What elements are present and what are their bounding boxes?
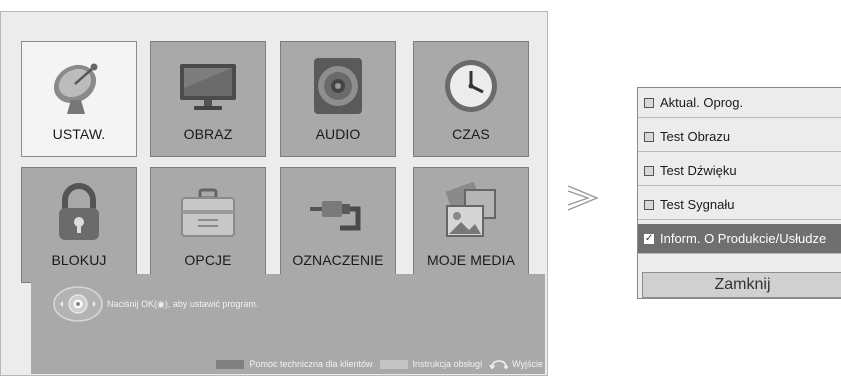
satellite-dish-icon bbox=[53, 63, 98, 114]
menu-item-label: Aktual. Oprog. bbox=[660, 95, 744, 110]
manual-label: Instrukcja obsługi bbox=[412, 359, 483, 369]
exit-label: Wyjście bbox=[512, 359, 543, 369]
tile-ustaw[interactable]: USTAW. bbox=[21, 41, 137, 157]
tile-opcje[interactable]: OPCJE bbox=[150, 167, 266, 283]
close-button[interactable]: Zamknij bbox=[642, 272, 841, 298]
help-instruction: Naciśnij OK(◉), aby ustawić program. bbox=[107, 298, 259, 309]
menu-item-label: Test Obrazu bbox=[660, 129, 731, 144]
menu-item-sound-test[interactable]: Test Dźwięku bbox=[638, 156, 841, 186]
checkbox-icon bbox=[644, 199, 654, 210]
tile-audio[interactable]: AUDIO bbox=[280, 41, 396, 157]
cable-connector-icon bbox=[310, 201, 361, 231]
menu-item-label: Test Sygnału bbox=[660, 197, 735, 212]
tile-label: BLOKUJ bbox=[51, 252, 107, 268]
tile-oznaczenie[interactable]: OZNACZENIE bbox=[280, 167, 396, 283]
menu-item-product-info[interactable]: ✓ Inform. O Produkcie/Usłudze bbox=[638, 224, 841, 254]
customer-support-hint[interactable]: Pomoc techniczna dla klientów bbox=[216, 359, 373, 369]
checkbox-icon bbox=[644, 131, 654, 142]
manual-hint[interactable]: Instrukcja obsługi bbox=[379, 359, 483, 369]
customer-support-label: Pomoc techniczna dla klientów bbox=[249, 359, 373, 369]
speaker-icon bbox=[314, 58, 362, 114]
tile-label: MOJE MEDIA bbox=[426, 252, 516, 268]
menu-item-label: Inform. O Produkcie/Usłudze bbox=[660, 231, 827, 246]
checkbox-icon bbox=[644, 165, 654, 176]
tile-label: OBRAZ bbox=[183, 126, 233, 142]
tile-label: CZAS bbox=[452, 126, 490, 142]
tv-monitor-icon bbox=[180, 64, 236, 110]
main-menu-panel: USTAW. OBRAZ AUDIO CZAS BLOKUJ OPCJE OZN… bbox=[0, 11, 548, 376]
tile-label: USTAW. bbox=[52, 126, 106, 142]
checkbox-icon bbox=[644, 97, 654, 108]
tile-moje-media[interactable]: MOJE MEDIA bbox=[413, 167, 529, 283]
checked-checkbox-icon: ✓ bbox=[644, 232, 654, 244]
menu-item-label: Test Dźwięku bbox=[660, 163, 737, 178]
media-photos-icon bbox=[445, 181, 496, 237]
exit-hint[interactable]: Wyjście bbox=[489, 359, 543, 369]
tile-obraz[interactable]: OBRAZ bbox=[150, 41, 266, 157]
clock-icon bbox=[445, 60, 497, 112]
tile-czas[interactable]: CZAS bbox=[413, 41, 529, 157]
menu-item-software-update[interactable]: Aktual. Oprog. bbox=[638, 88, 841, 118]
remote-navigation-icon bbox=[53, 286, 103, 322]
menu-item-picture-test[interactable]: Test Obrazu bbox=[638, 122, 841, 152]
padlock-icon bbox=[59, 183, 99, 240]
tile-blokuj[interactable]: BLOKUJ bbox=[21, 167, 137, 283]
chevron-right-icon bbox=[567, 185, 599, 211]
green-key-swatch bbox=[379, 359, 408, 369]
customer-support-menu: Aktual. Oprog. Test Obrazu Test Dźwięku … bbox=[637, 87, 841, 299]
tile-label: OZNACZENIE bbox=[292, 252, 384, 268]
toolbox-icon bbox=[181, 188, 235, 237]
help-bar: Naciśnij OK(◉), aby ustawić program. Pom… bbox=[31, 274, 545, 374]
return-arrow-icon bbox=[489, 360, 508, 369]
red-key-swatch bbox=[216, 359, 245, 369]
tile-label: OPCJE bbox=[184, 252, 232, 268]
tile-label: AUDIO bbox=[315, 126, 361, 142]
menu-item-signal-test[interactable]: Test Sygnału bbox=[638, 190, 841, 220]
